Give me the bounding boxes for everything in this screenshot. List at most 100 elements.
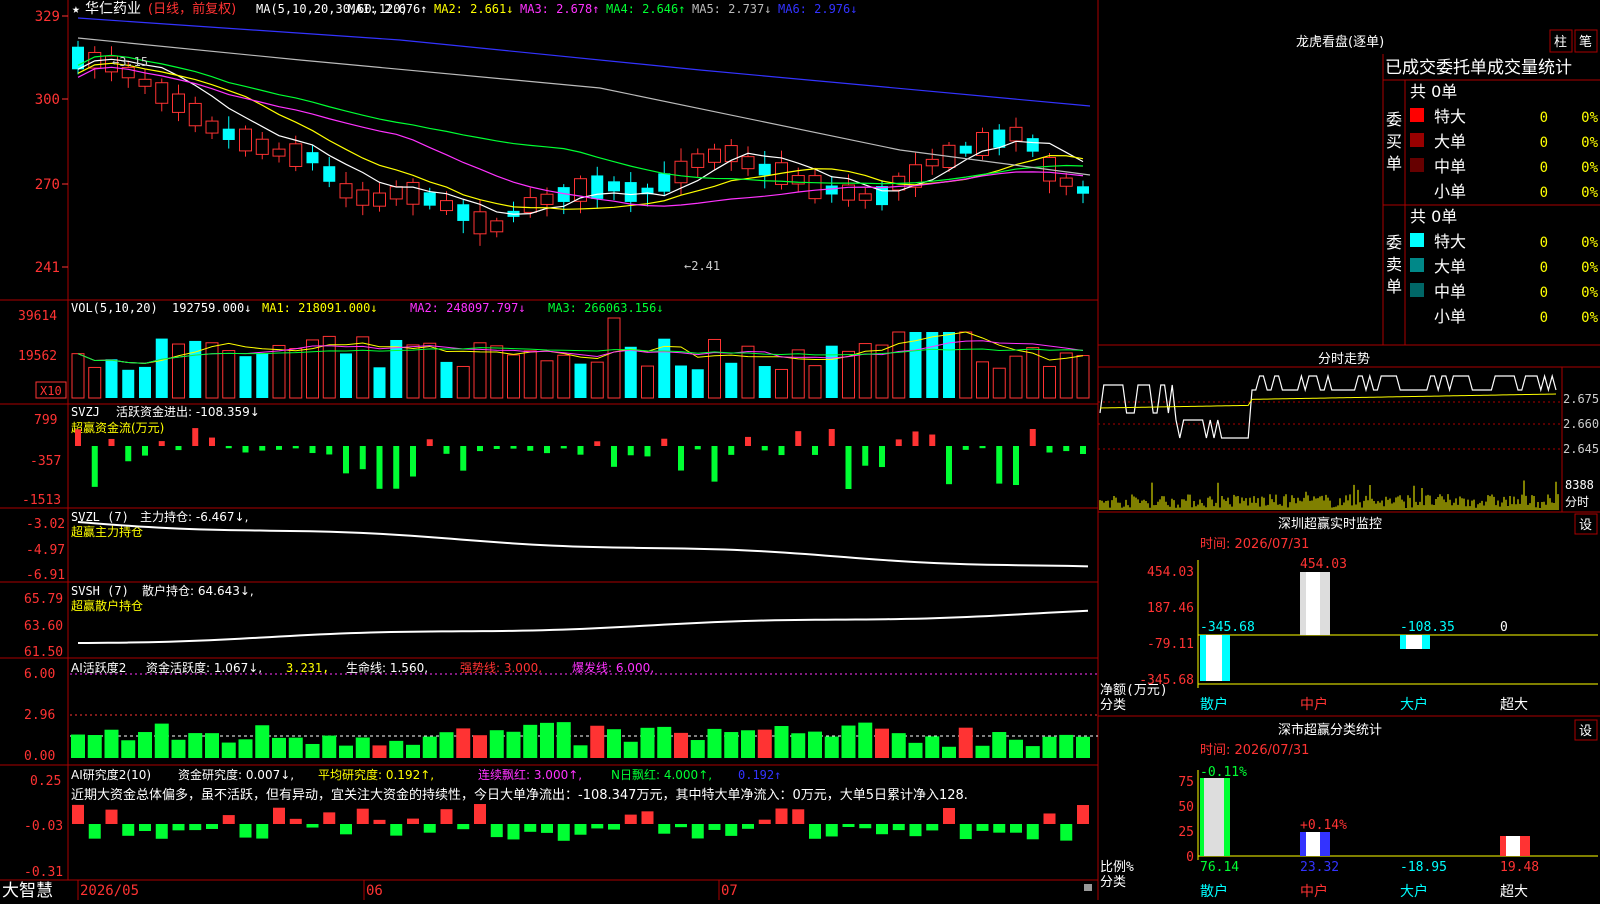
- flow-bar: [962, 446, 969, 450]
- bar-mode-label[interactable]: 柱: [1554, 35, 1567, 50]
- ai-research-b: 平均研究度: 0.192↑,: [318, 767, 434, 782]
- period-label[interactable]: (日线，前复权): [148, 1, 236, 17]
- legend-swatch: [1410, 283, 1424, 297]
- ai-research-c: 连续飘红: 3.000↑,: [478, 767, 582, 782]
- candle-body: [523, 197, 537, 213]
- sell-side-char: 委: [1386, 233, 1402, 252]
- activity-bar: [607, 729, 621, 758]
- flow-bar: [1063, 446, 1070, 452]
- activity-bar: [958, 727, 973, 758]
- class-axis-label: 75: [1178, 775, 1194, 790]
- flow-bar: [778, 446, 785, 456]
- candlestick-plot[interactable]: [72, 17, 1091, 246]
- activity-bar: [925, 736, 940, 758]
- row-count: 0: [1540, 135, 1548, 151]
- research-bar: [1043, 813, 1056, 824]
- volume-bar: [926, 332, 939, 398]
- candle-body: [373, 192, 386, 207]
- class-y-label: 比例%: [1100, 860, 1134, 875]
- flow-bar: [1046, 446, 1053, 453]
- flow-bar: [175, 446, 182, 451]
- flow-bar: [627, 446, 634, 456]
- activity-bar: [171, 739, 186, 758]
- research-bar: [792, 809, 805, 824]
- vol-panel: VOL(5,10,20) 192759.000↓ MA1: 218091.000…: [18, 301, 1090, 399]
- activity-bar: [406, 744, 420, 758]
- activity-bar: [188, 733, 203, 758]
- monitor-value: -345.68: [1200, 620, 1255, 635]
- candle-body: [323, 166, 336, 182]
- ai-active-bars: [71, 722, 1090, 758]
- volume-bar: [725, 362, 738, 398]
- sell-side-char: 卖: [1386, 255, 1402, 274]
- activity-bar: [523, 724, 538, 758]
- tick-mode-label[interactable]: 笔: [1579, 34, 1592, 50]
- research-bar: [1077, 805, 1089, 824]
- row-pct: 0%: [1581, 160, 1598, 176]
- main-price-axis: 329 300 270 241: [35, 9, 68, 276]
- svzj-subtitle: 超赢资金流(万元): [71, 420, 164, 435]
- sell-side-label: 委卖单: [1386, 233, 1402, 296]
- activity-bar: [121, 740, 136, 758]
- activity-bar: [707, 728, 722, 758]
- activity-bar: [992, 732, 1007, 758]
- monitor-axis-label: 187.46: [1147, 601, 1194, 616]
- flow-bar: [493, 446, 500, 449]
- intraday-title: 分时走势: [1318, 351, 1370, 367]
- stock-name[interactable]: 华仁药业: [85, 1, 141, 17]
- volume-bar: [557, 354, 571, 399]
- research-bar: [859, 824, 872, 829]
- monitor-category: 散户: [1200, 696, 1228, 713]
- volume-bar: [741, 345, 755, 399]
- brand-label[interactable]: 大智慧: [2, 881, 53, 901]
- candle-body: [188, 102, 202, 127]
- longhu-section-title: 已成交委托单成交量统计: [1385, 58, 1572, 78]
- research-bar: [725, 824, 738, 836]
- volume-bar: [239, 356, 252, 398]
- class-x-label: 分类: [1100, 875, 1126, 890]
- activity-bar: [674, 732, 688, 758]
- svzj-axis-bot: -1513: [22, 493, 61, 508]
- activity-bar: [875, 728, 889, 758]
- flow-bar: [661, 438, 668, 446]
- research-bar: [993, 824, 1006, 833]
- candle-body: [608, 181, 620, 192]
- volume-bar: [390, 339, 403, 398]
- volume-bar: [1009, 355, 1023, 399]
- class-value: 76.14: [1200, 860, 1239, 875]
- sz-class-settings-label[interactable]: 设: [1579, 724, 1592, 739]
- research-bar: [624, 814, 637, 824]
- activity-bar: [71, 734, 85, 758]
- monitor-category: 超大: [1500, 697, 1528, 713]
- flow-bar: [979, 446, 986, 449]
- flow-bar: [426, 439, 433, 446]
- volume-bar: [708, 338, 721, 399]
- sell-total: 共 0单: [1410, 207, 1457, 226]
- sz-monitor-settings-label[interactable]: 设: [1579, 518, 1592, 533]
- volume-bar: [540, 360, 554, 399]
- research-bar: [440, 809, 453, 824]
- research-bar: [490, 824, 503, 838]
- ai-active-c: 生命线: 1.560,: [346, 660, 428, 675]
- svsh-axis-mid: 63.60: [24, 619, 63, 634]
- intraday-panel: 分时走势 2.675 2.660 2.645 8388 分时: [1098, 351, 1600, 512]
- flow-bar: [477, 446, 483, 452]
- candle-body: [741, 156, 755, 170]
- research-bar: [1010, 824, 1022, 833]
- class-category: 大户: [1400, 883, 1428, 900]
- flow-bar: [343, 446, 349, 474]
- activity-bar: [657, 726, 672, 758]
- activity-bar: [791, 733, 806, 758]
- buy-side-char: 买: [1386, 132, 1402, 151]
- flow-bar: [158, 441, 165, 446]
- svsh-axis-top: 65.79: [24, 592, 63, 607]
- research-bar: [809, 824, 821, 839]
- svzj-axis-top: 799: [34, 413, 57, 428]
- ai-research-axis-mid: -0.03: [24, 819, 63, 834]
- lock-icon[interactable]: [1084, 884, 1092, 891]
- ai-active-title: AI活跃度2: [71, 660, 126, 675]
- ai-research-panel: AI研究度2(10) 资金研究度: 0.007↓, 平均研究度: 0.192↑,…: [24, 767, 1089, 880]
- star-icon[interactable]: ★: [72, 2, 80, 17]
- research-bar: [1060, 824, 1073, 841]
- row-count: 0: [1540, 160, 1548, 176]
